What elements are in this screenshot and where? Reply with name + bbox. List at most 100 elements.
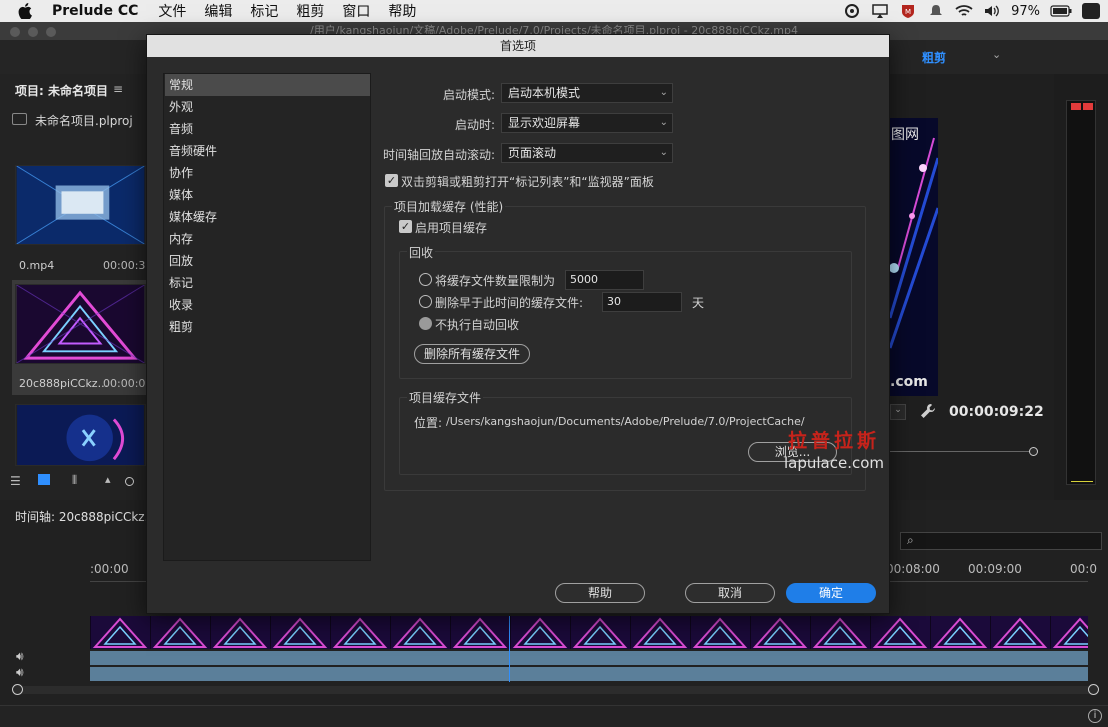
timecode-display[interactable]: 00:00:09:22 [949,404,1044,420]
delete-all-cache-button[interactable]: 删除所有缓存文件 [414,344,530,364]
icon-view-icon[interactable] [38,474,50,485]
autoscroll-value: 页面滚动 [508,146,557,160]
sidebar-item-memory[interactable]: 内存 [165,228,370,250]
scroll-handle-right[interactable] [1088,684,1099,695]
preview-watermark-url: .com [890,374,928,390]
video-track[interactable] [90,616,1088,649]
zoom-slider[interactable] [125,477,134,486]
audio-meters [1066,100,1096,485]
clip-thumbnail-2[interactable] [15,284,146,364]
ruler-tick-1: 00:08:00 [886,562,940,576]
status-bar [0,705,1108,727]
clip-name-2[interactable]: 20c888piCCkz... [19,377,108,390]
ok-button[interactable]: 确定 [786,583,876,603]
clip-duration-1: 00:00:35 [103,259,153,272]
sidebar-item-audio-hardware[interactable]: 音频硬件 [165,140,370,162]
timeline-search-input[interactable]: ⌕ [900,532,1102,550]
preview-watermark-text: 图网 [891,127,919,143]
ruler-tick-3: 00:0 [1070,562,1097,576]
wrench-icon[interactable] [920,403,936,419]
delete-older-label: 删除早于此时间的缓存文件: [435,296,584,310]
sidebar-item-playback[interactable]: 回放 [165,250,370,272]
on-startup-label: 启动时: [454,118,495,132]
menu-window[interactable]: 窗口 [342,1,370,21]
menu-marker[interactable]: 标记 [250,1,278,21]
shield-icon[interactable]: M [899,3,917,19]
control-center-icon[interactable] [1082,3,1100,19]
enable-cache-checkbox[interactable]: ✓ [399,220,412,233]
apple-icon[interactable] [18,3,32,19]
clip-name-1[interactable]: 0.mp4 [19,259,54,272]
sidebar-item-media[interactable]: 媒体 [165,184,370,206]
ruler-tick-0: :00:00 [90,562,129,576]
svg-text:M: M [905,8,911,16]
help-button[interactable]: 帮助 [555,583,645,603]
autoscroll-dropdown[interactable]: 页面滚动 ⌄ [501,143,673,163]
limit-count-input[interactable]: 5000 [565,270,644,290]
sidebar-item-general[interactable]: 常规 [165,74,370,96]
startup-mode-label: 启动模式: [442,88,495,102]
chevron-down-icon: ⌄ [659,87,668,98]
watermark-title: 拉普拉斯 [788,430,881,452]
speaker-icon[interactable]: 🔊︎ [16,665,24,680]
notification-icon[interactable] [927,3,945,19]
scroll-handle-left[interactable] [12,684,23,695]
ruler-tick-2: 00:09:00 [968,562,1022,576]
preferences-sidebar: 常规 外观 音频 音频硬件 协作 媒体 媒体缓存 内存 回放 标记 收录 粗剪 [163,73,371,561]
sidebar-item-ingest[interactable]: 收录 [165,294,370,316]
list-view-icon[interactable]: ☰ [10,474,21,488]
menu-help[interactable]: 帮助 [388,1,416,21]
wifi-icon[interactable] [955,3,973,19]
folder-icon [12,113,27,125]
audio-track-2[interactable] [90,667,1088,681]
zoom-window-button[interactable] [46,27,56,37]
delete-older-input[interactable]: 30 [602,292,682,312]
startup-mode-dropdown[interactable]: 启动本机模式 ⌄ [501,83,673,103]
minimize-window-button[interactable] [28,27,38,37]
chevron-down-icon[interactable]: ⌄ [890,404,906,420]
scrub-bar[interactable] [890,451,1034,452]
app-name-menu[interactable]: Prelude CC [52,3,138,19]
menu-edit[interactable]: 编辑 [204,1,232,21]
no-auto-recycle-radio[interactable] [419,317,432,330]
cache-group-title: 项目加载缓存 (性能) [392,198,506,215]
scrub-handle[interactable] [1029,447,1038,456]
location-path: /Users/kangshaojun/Documents/Adobe/Prelu… [446,415,805,428]
timeline-scrollbar[interactable] [12,684,1099,695]
clip-thumbnail-3[interactable] [15,404,146,466]
sort-icon[interactable]: ⫴ [72,473,77,488]
delete-older-radio[interactable] [419,295,432,308]
on-startup-value: 显示欢迎屏幕 [508,116,581,130]
cancel-button[interactable]: 取消 [685,583,775,603]
panel-menu-icon[interactable]: ≡ [113,82,123,96]
sidebar-item-rough-cut[interactable]: 粗剪 [165,316,370,338]
creative-cloud-icon[interactable] [843,3,861,19]
clip-indicator-right [1083,103,1093,110]
limit-count-radio[interactable] [419,273,432,286]
volume-icon[interactable] [983,3,1001,19]
double-click-checkbox[interactable]: ✓ [385,174,398,187]
search-icon: ⌕ [907,533,914,547]
days-unit-label: 天 [692,296,705,310]
sidebar-item-markers[interactable]: 标记 [165,272,370,294]
menu-file[interactable]: 文件 [158,1,186,21]
clip-thumbnail-1[interactable] [15,165,146,245]
on-startup-dropdown[interactable]: 显示欢迎屏幕 ⌄ [501,113,673,133]
workspace-rough-cut-tab[interactable]: 粗剪 [922,49,946,66]
battery-icon[interactable] [1050,3,1072,19]
sidebar-item-appearance[interactable]: 外观 [165,96,370,118]
close-window-button[interactable] [10,27,20,37]
info-icon[interactable]: i [1088,709,1102,723]
sidebar-item-collaboration[interactable]: 协作 [165,162,370,184]
project-file-name[interactable]: 未命名项目.plproj [35,112,133,129]
audio-track-1[interactable] [90,651,1088,665]
menu-rough-cut[interactable]: 粗剪 [296,1,324,21]
chevron-down-icon[interactable]: ⌄ [992,48,1001,61]
dialog-title: 首选项 [147,35,889,57]
zoom-small-icon[interactable]: ▴ [105,473,111,486]
sidebar-item-audio[interactable]: 音频 [165,118,370,140]
sidebar-item-media-cache[interactable]: 媒体缓存 [165,206,370,228]
speaker-icon[interactable]: 🔊︎ [16,649,24,664]
playhead[interactable] [509,616,510,682]
airplay-icon[interactable] [871,3,889,19]
